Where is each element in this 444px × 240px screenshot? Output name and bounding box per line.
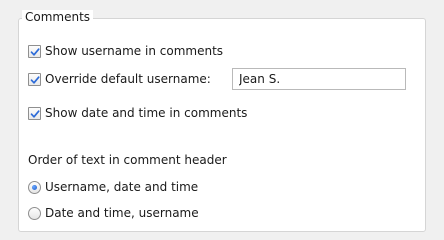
show-datetime-checkbox[interactable] <box>28 106 41 120</box>
show-datetime-option[interactable]: Show date and time in comments <box>28 104 247 122</box>
username-first-label: Username, date and time <box>45 180 199 194</box>
show-username-label: Show username in comments <box>45 44 224 58</box>
comments-settings-panel: Comments Show username in comments Overr… <box>0 0 444 240</box>
override-username-option[interactable]: Override default username: <box>28 70 211 88</box>
override-username-checkbox[interactable] <box>28 72 41 86</box>
checkmark-icon <box>30 75 40 84</box>
username-input[interactable] <box>232 68 406 90</box>
override-username-label: Override default username: <box>45 72 211 86</box>
show-username-checkbox[interactable] <box>28 44 41 58</box>
date-first-radio[interactable] <box>28 206 41 220</box>
checkmark-icon <box>30 47 40 56</box>
date-first-label: Date and time, username <box>45 206 199 220</box>
show-username-option[interactable]: Show username in comments <box>28 42 223 60</box>
comments-group-title: Comments <box>22 10 94 24</box>
order-section-label: Order of text in comment header <box>28 153 227 167</box>
show-datetime-label: Show date and time in comments <box>45 106 248 120</box>
checkmark-icon <box>30 109 40 118</box>
username-first-radio[interactable] <box>28 180 41 194</box>
order-option-date-first[interactable]: Date and time, username <box>28 204 199 222</box>
order-option-username-first[interactable]: Username, date and time <box>28 178 198 196</box>
